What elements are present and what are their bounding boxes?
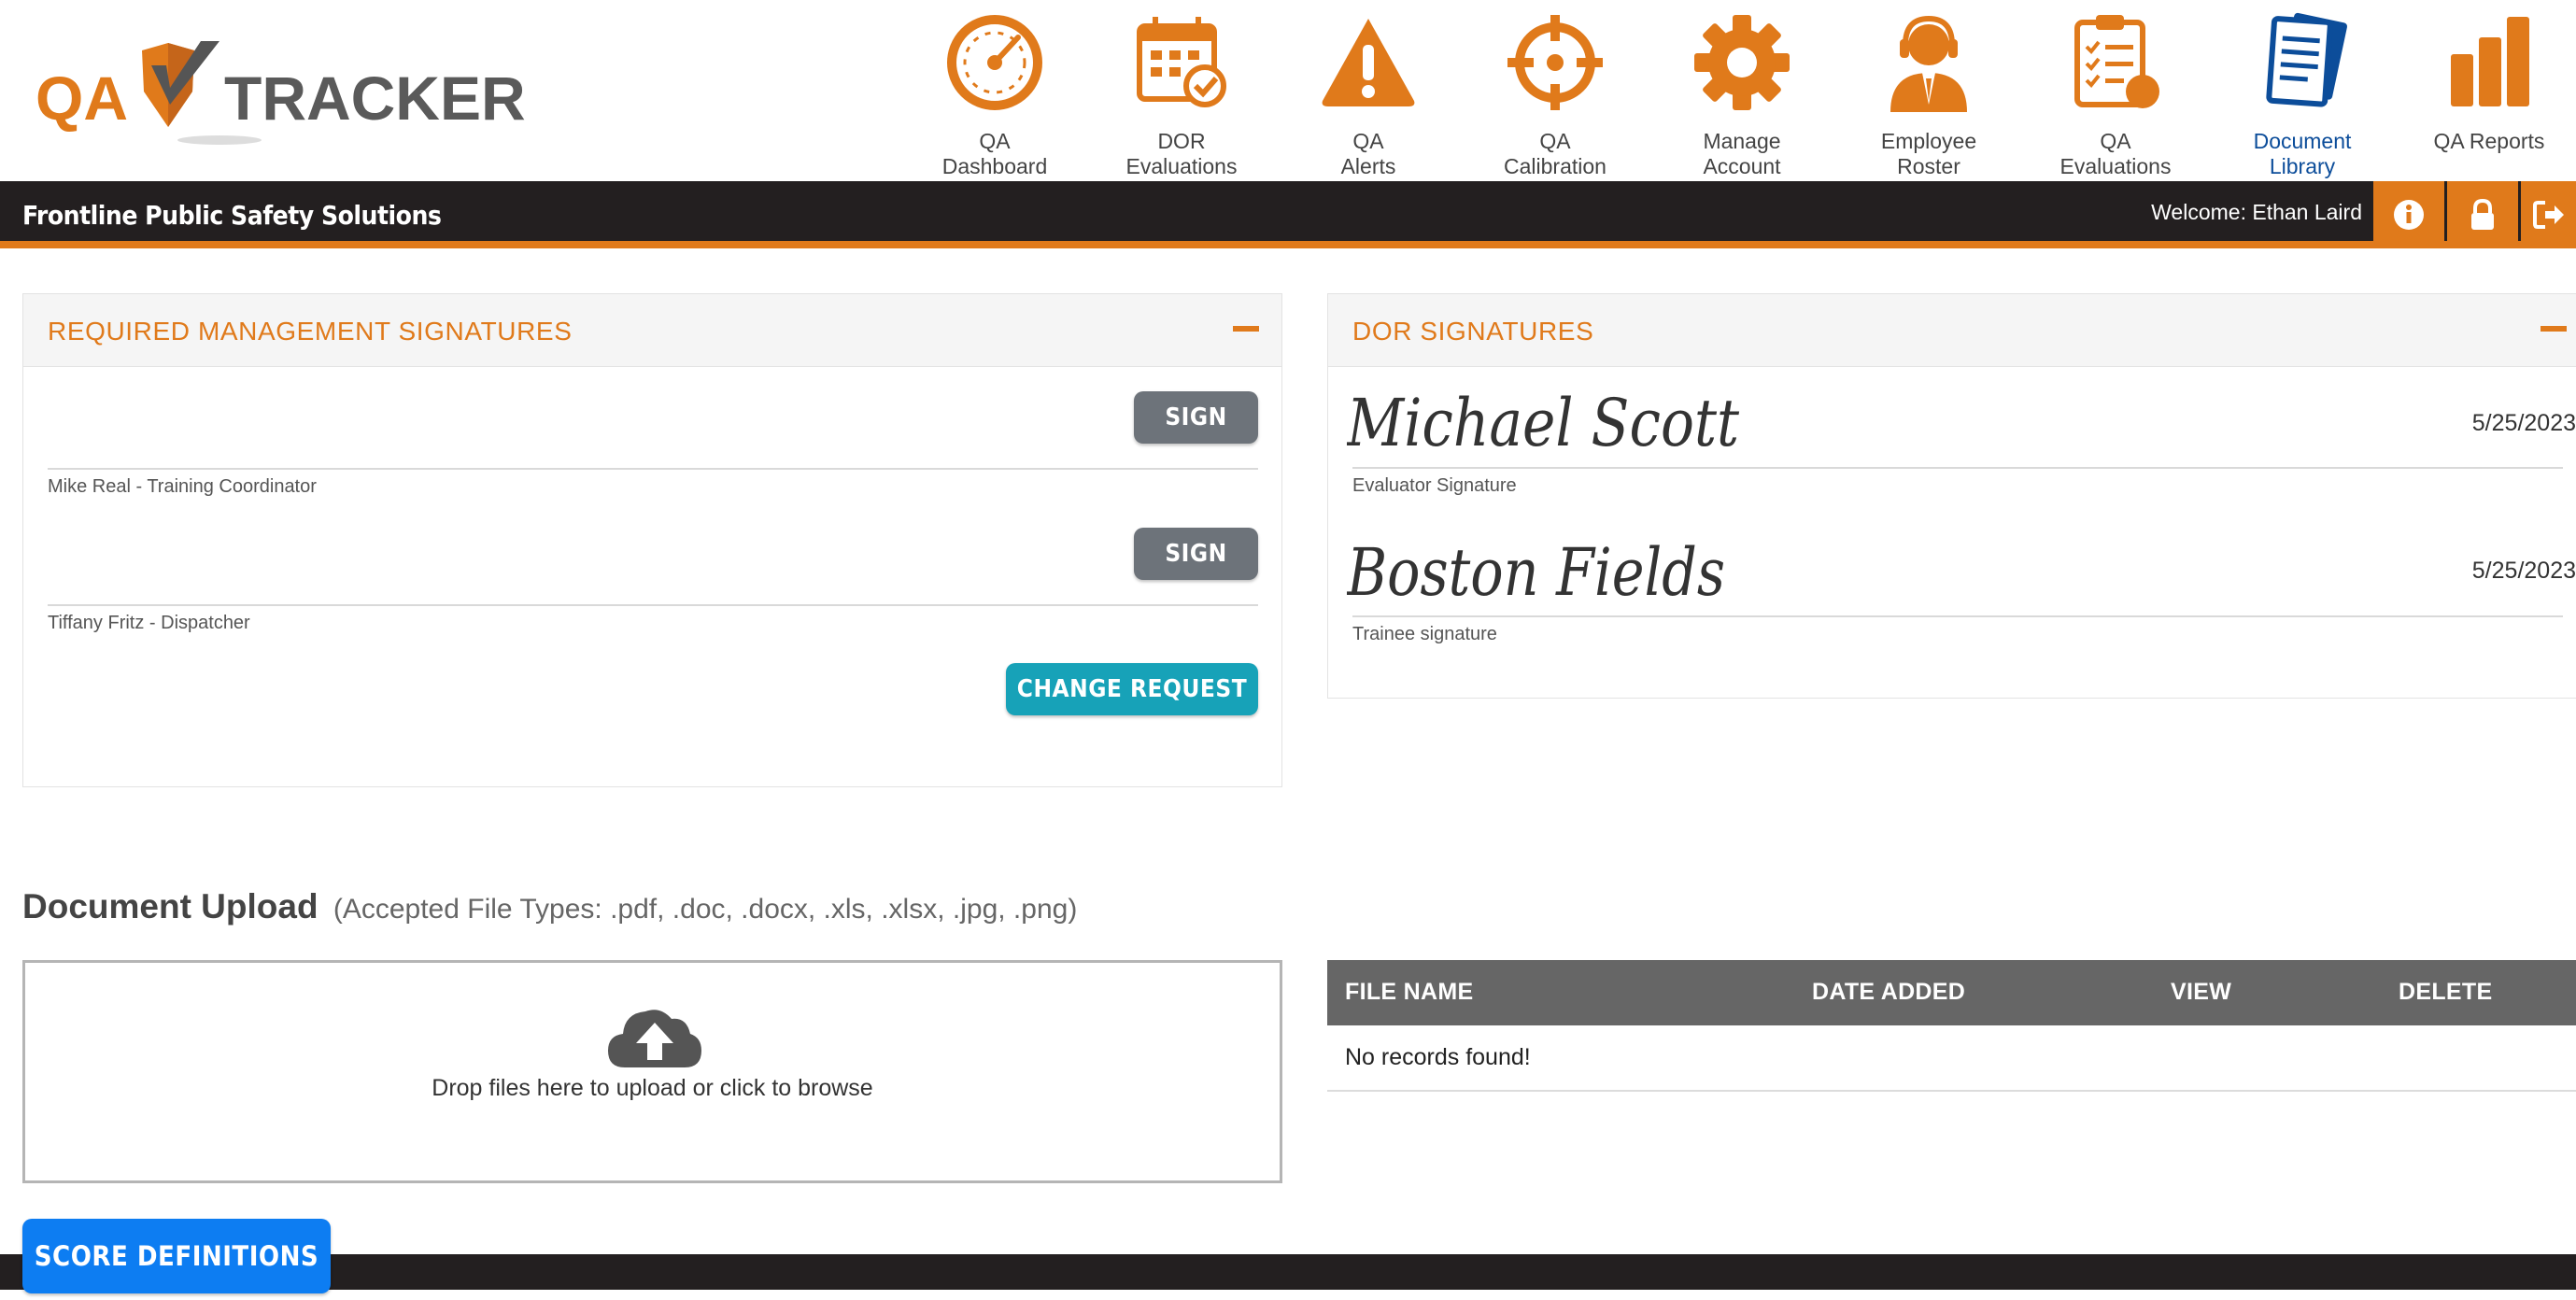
svg-text:Boston Fields: Boston Fields: [1347, 534, 1725, 606]
footer-bar: [0, 1254, 2576, 1290]
sign-out-button[interactable]: [2521, 181, 2576, 248]
evaluator-signature-date: 5/25/2023: [2471, 410, 2576, 436]
trainee-signature-image: Boston Fields: [1347, 534, 1725, 606]
info-icon: [2394, 200, 2424, 230]
col-file-name[interactable]: FILE NAME: [1345, 979, 1473, 1006]
signature-line: [48, 468, 1258, 470]
bar-chart-icon: [2451, 17, 2529, 106]
nav-qa-alerts[interactable]: QA Alerts: [1284, 11, 1452, 178]
evaluator-signature-caption: Evaluator Signature: [1352, 475, 1517, 496]
nav-qa-reports[interactable]: QA Reports: [2405, 11, 2573, 170]
dor-panel-title: DOR SIGNATURES: [1352, 317, 1594, 346]
signer-caption: Tiffany Fritz - Dispatcher: [48, 613, 250, 633]
evaluator-signature-image: Michael Scott: [1347, 385, 1740, 457]
trainee-signature-caption: Trainee signature: [1352, 624, 1497, 644]
col-date-added[interactable]: DATE ADDED: [1812, 979, 1965, 1006]
clipboard-checklist-icon: [2074, 15, 2159, 108]
document-upload-title: Document Upload (Accepted File Types: .p…: [22, 887, 1077, 926]
speedometer-icon: [947, 15, 1042, 110]
lock-button[interactable]: [2447, 181, 2518, 248]
nav-label: QA Calibration: [1504, 129, 1606, 178]
dor-panel-header: DOR SIGNATURES: [1328, 294, 2576, 367]
lock-icon: [2471, 198, 2494, 230]
mgmt-panel-header: REQUIRED MANAGEMENT SIGNATURES: [23, 294, 1281, 367]
mgmt-signatures-panel: REQUIRED MANAGEMENT SIGNATURES SIGN Mike…: [22, 293, 1282, 787]
nav-label: Document Library: [2253, 129, 2352, 178]
signature-line: [48, 604, 1258, 606]
dor-signatures-panel: DOR SIGNATURES Michael Scott 5/25/2023 E…: [1327, 293, 2576, 699]
documents-icon: [2266, 12, 2348, 107]
nav-employee-roster[interactable]: Employee Roster: [1845, 11, 2013, 178]
table-row: No records found!: [1327, 1025, 2576, 1092]
file-dropzone[interactable]: Drop files here to upload or click to br…: [22, 960, 1282, 1183]
calendar-check-icon: [1137, 17, 1226, 107]
org-name: Frontline Public Safety Solutions: [22, 200, 442, 231]
nav-qa-dashboard[interactable]: QA Dashboard: [911, 11, 1079, 178]
empty-message: No records found!: [1345, 1044, 1531, 1070]
top-header: QA TRACKER QA Dashboard DOR Evaluations …: [0, 0, 2576, 181]
title-bar: Frontline Public Safety Solutions Welcom…: [0, 181, 2576, 248]
dor-collapse-icon[interactable]: [2541, 326, 2567, 332]
nav-label: QA Reports: [2433, 129, 2545, 153]
app-root: QA TRACKER QA Dashboard DOR Evaluations …: [0, 0, 2576, 1300]
gear-icon: [1694, 15, 1790, 110]
mgmt-panel-title: REQUIRED MANAGEMENT SIGNATURES: [48, 317, 573, 346]
sign-button-dispatcher[interactable]: SIGN: [1134, 528, 1258, 580]
nav-label: QA Dashboard: [941, 129, 1048, 178]
nav-dor-evaluations[interactable]: DOR Evaluations: [1097, 11, 1266, 178]
headset-person-icon: [1890, 15, 1967, 112]
welcome-text: Welcome: Ethan Laird: [2151, 200, 2362, 224]
signature-line: [1352, 467, 2563, 469]
col-delete: DELETE: [2399, 979, 2493, 1005]
sign-button-training-coordinator[interactable]: SIGN: [1134, 391, 1258, 444]
nav-label: Employee Roster: [1880, 129, 1977, 178]
trainee-signature-date: 5/25/2023: [2471, 558, 2576, 584]
mgmt-collapse-icon[interactable]: [1233, 326, 1259, 332]
cloud-upload-icon: [608, 1010, 701, 1067]
nav-label: DOR Evaluations: [1125, 129, 1238, 178]
svg-text:Michael Scott: Michael Scott: [1347, 385, 1740, 457]
warning-icon: [1322, 19, 1415, 106]
signer-caption: Mike Real - Training Coordinator: [48, 476, 317, 497]
accepted-file-types: (Accepted File Types: .pdf, .doc, .docx,…: [333, 894, 1078, 925]
nav-manage-account[interactable]: Manage Account: [1658, 11, 1826, 178]
signature-line: [1352, 615, 2563, 617]
nav-qa-calibration[interactable]: QA Calibration: [1471, 11, 1639, 178]
files-table: FILE NAME DATE ADDED VIEW DELETE No reco…: [1327, 960, 2576, 1092]
change-request-button[interactable]: CHANGE REQUEST: [1006, 663, 1258, 715]
col-view: VIEW: [2171, 979, 2232, 1005]
nav-label: Manage Account: [1703, 129, 1781, 178]
sign-out-icon: [2532, 201, 2564, 229]
crosshair-icon: [1507, 15, 1603, 110]
info-button[interactable]: [2373, 181, 2444, 248]
document-upload-heading: Document Upload: [22, 887, 318, 926]
nav-label: QA Alerts: [1340, 129, 1396, 178]
nav-qa-evaluations[interactable]: QA Evaluations: [2031, 11, 2200, 178]
main-nav: QA Dashboard DOR Evaluations QA Alerts Q…: [0, 0, 2576, 181]
nav-label: QA Evaluations: [2059, 129, 2172, 178]
nav-document-library[interactable]: Document Library: [2218, 11, 2386, 178]
score-definitions-button[interactable]: SCORE DEFINITIONS: [22, 1219, 331, 1293]
dropzone-text: Drop files here to upload or click to br…: [432, 1075, 873, 1101]
files-table-header: FILE NAME DATE ADDED VIEW DELETE: [1327, 960, 2576, 1025]
